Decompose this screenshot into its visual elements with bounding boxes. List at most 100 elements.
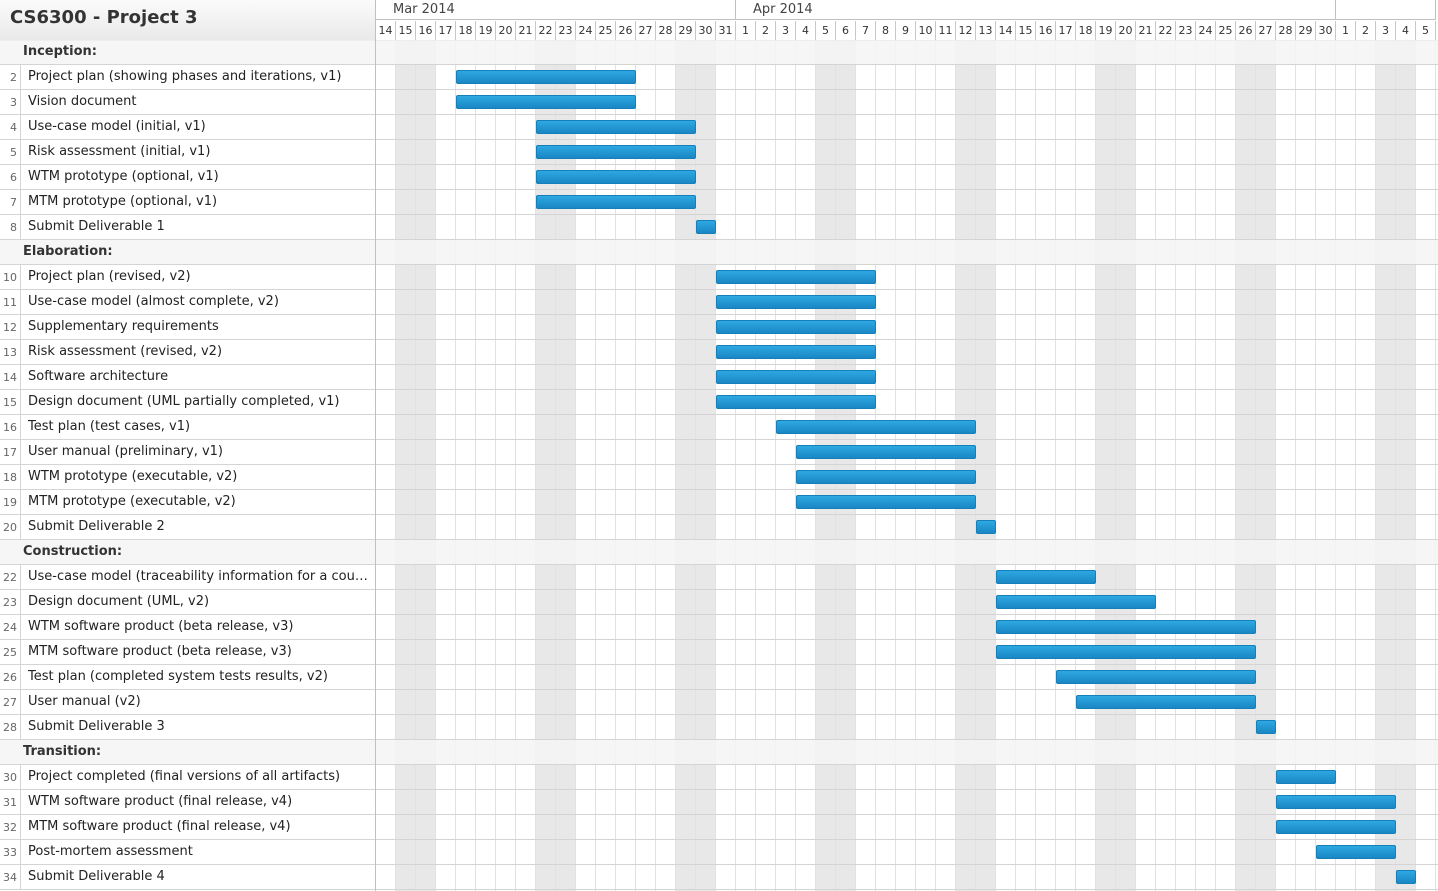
task-row[interactable]: 5 Risk assessment (initial, v1) [0, 140, 1438, 165]
task-bar[interactable] [1276, 770, 1336, 784]
task-row[interactable]: 25 MTM software product (beta release, v3… [0, 640, 1438, 665]
task-label[interactable]: WTM software product (final release, v4) [28, 794, 373, 809]
task-bar[interactable] [996, 620, 1256, 634]
task-bar[interactable] [796, 495, 976, 509]
task-label[interactable]: WTM software product (beta release, v3) [28, 619, 373, 634]
task-label[interactable]: Use-case model (traceability information… [28, 569, 373, 584]
task-label[interactable]: Design document (UML partially completed… [28, 394, 373, 409]
task-label[interactable]: Project plan (showing phases and iterati… [28, 69, 373, 84]
task-row[interactable]: 13 Risk assessment (revised, v2) [0, 340, 1438, 365]
task-row[interactable]: 31 WTM software product (final release, v… [0, 790, 1438, 815]
task-bar[interactable] [1276, 820, 1396, 834]
row-number: 8 [10, 221, 17, 234]
row-number-divider [20, 815, 21, 840]
task-label[interactable]: Risk assessment (initial, v1) [28, 144, 373, 159]
task-label[interactable]: Post-mortem assessment [28, 844, 373, 859]
task-row[interactable]: 34 Submit Deliverable 4 [0, 865, 1438, 890]
task-row[interactable]: 16 Test plan (test cases, v1) [0, 415, 1438, 440]
task-row[interactable]: 24 WTM software product (beta release, v3… [0, 615, 1438, 640]
task-row[interactable]: 28 Submit Deliverable 3 [0, 715, 1438, 740]
task-bar[interactable] [1056, 670, 1256, 684]
task-label[interactable]: Vision document [28, 94, 373, 109]
task-bar[interactable] [536, 195, 696, 209]
task-bar[interactable] [1396, 870, 1416, 884]
task-bar[interactable] [796, 445, 976, 459]
row-number: 20 [3, 521, 17, 534]
task-label[interactable]: Submit Deliverable 4 [28, 869, 373, 884]
task-row[interactable]: 8 Submit Deliverable 1 [0, 215, 1438, 240]
task-row[interactable]: 4 Use-case model (initial, v1) [0, 115, 1438, 140]
task-row[interactable]: 20 Submit Deliverable 2 [0, 515, 1438, 540]
task-row[interactable]: 18 WTM prototype (executable, v2) [0, 465, 1438, 490]
task-bar[interactable] [696, 220, 716, 234]
task-bar[interactable] [716, 320, 876, 334]
task-label[interactable]: MTM software product (final release, v4) [28, 819, 373, 834]
row-number: 3 [10, 96, 17, 109]
task-row[interactable]: 17 User manual (preliminary, v1) [0, 440, 1438, 465]
task-row[interactable]: 22 Use-case model (traceability informati… [0, 565, 1438, 590]
task-label[interactable]: WTM prototype (optional, v1) [28, 169, 373, 184]
row-number-divider [20, 840, 21, 865]
task-row[interactable]: 32 MTM software product (final release, v… [0, 815, 1438, 840]
task-bar[interactable] [776, 420, 976, 434]
task-label[interactable]: Submit Deliverable 3 [28, 719, 373, 734]
task-label[interactable]: MTM prototype (executable, v2) [28, 494, 373, 509]
task-bar[interactable] [1256, 720, 1276, 734]
task-bar[interactable] [996, 595, 1156, 609]
task-label[interactable]: Use-case model (initial, v1) [28, 119, 373, 134]
task-label[interactable]: Design document (UML, v2) [28, 594, 373, 609]
day-label: 27 [636, 21, 656, 40]
row-number-divider [20, 590, 21, 615]
task-label[interactable]: Submit Deliverable 2 [28, 519, 373, 534]
task-bar[interactable] [536, 170, 696, 184]
task-label[interactable]: Risk assessment (revised, v2) [28, 344, 373, 359]
task-row[interactable]: 15 Design document (UML partially complet… [0, 390, 1438, 415]
task-label[interactable]: Submit Deliverable 1 [28, 219, 373, 234]
task-bar[interactable] [456, 95, 636, 109]
task-bar[interactable] [1076, 695, 1256, 709]
task-bar[interactable] [716, 270, 876, 284]
task-row[interactable]: 27 User manual (v2) [0, 690, 1438, 715]
day-label: 21 [1136, 21, 1156, 40]
task-label[interactable]: WTM prototype (executable, v2) [28, 469, 373, 484]
task-label[interactable]: Use-case model (almost complete, v2) [28, 294, 373, 309]
task-label[interactable]: Software architecture [28, 369, 373, 384]
task-bar[interactable] [716, 395, 876, 409]
task-bar[interactable] [536, 145, 696, 159]
task-bar[interactable] [716, 345, 876, 359]
task-bar[interactable] [996, 570, 1096, 584]
task-bar[interactable] [536, 120, 696, 134]
task-bar[interactable] [1276, 795, 1396, 809]
task-bar[interactable] [996, 645, 1256, 659]
day-label: 20 [496, 21, 516, 40]
task-label[interactable]: Project completed (final versions of all… [28, 769, 373, 784]
task-label[interactable]: User manual (v2) [28, 694, 373, 709]
task-row[interactable]: 26 Test plan (completed system tests resu… [0, 665, 1438, 690]
task-row[interactable]: 11 Use-case model (almost complete, v2) [0, 290, 1438, 315]
task-row[interactable]: 3 Vision document [0, 90, 1438, 115]
row-number-divider [20, 790, 21, 815]
task-row[interactable]: 33 Post-mortem assessment [0, 840, 1438, 865]
task-bar[interactable] [716, 295, 876, 309]
task-row[interactable]: 30 Project completed (final versions of a… [0, 765, 1438, 790]
task-bar[interactable] [716, 370, 876, 384]
task-row[interactable]: 19 MTM prototype (executable, v2) [0, 490, 1438, 515]
task-bar[interactable] [456, 70, 636, 84]
task-row[interactable]: 10 Project plan (revised, v2) [0, 265, 1438, 290]
task-label[interactable]: User manual (preliminary, v1) [28, 444, 373, 459]
task-row[interactable]: 6 WTM prototype (optional, v1) [0, 165, 1438, 190]
task-bar[interactable] [976, 520, 996, 534]
task-label[interactable]: Test plan (completed system tests result… [28, 669, 373, 684]
task-label[interactable]: Test plan (test cases, v1) [28, 419, 373, 434]
task-row[interactable]: 23 Design document (UML, v2) [0, 590, 1438, 615]
task-row[interactable]: 2 Project plan (showing phases and iterat… [0, 65, 1438, 90]
task-label[interactable]: MTM software product (beta release, v3) [28, 644, 373, 659]
task-bar[interactable] [1316, 845, 1396, 859]
task-row[interactable]: 7 MTM prototype (optional, v1) [0, 190, 1438, 215]
task-row[interactable]: 14 Software architecture [0, 365, 1438, 390]
task-label[interactable]: Supplementary requirements [28, 319, 373, 334]
task-label[interactable]: MTM prototype (optional, v1) [28, 194, 373, 209]
task-label[interactable]: Project plan (revised, v2) [28, 269, 373, 284]
task-bar[interactable] [796, 470, 976, 484]
task-row[interactable]: 12 Supplementary requirements [0, 315, 1438, 340]
